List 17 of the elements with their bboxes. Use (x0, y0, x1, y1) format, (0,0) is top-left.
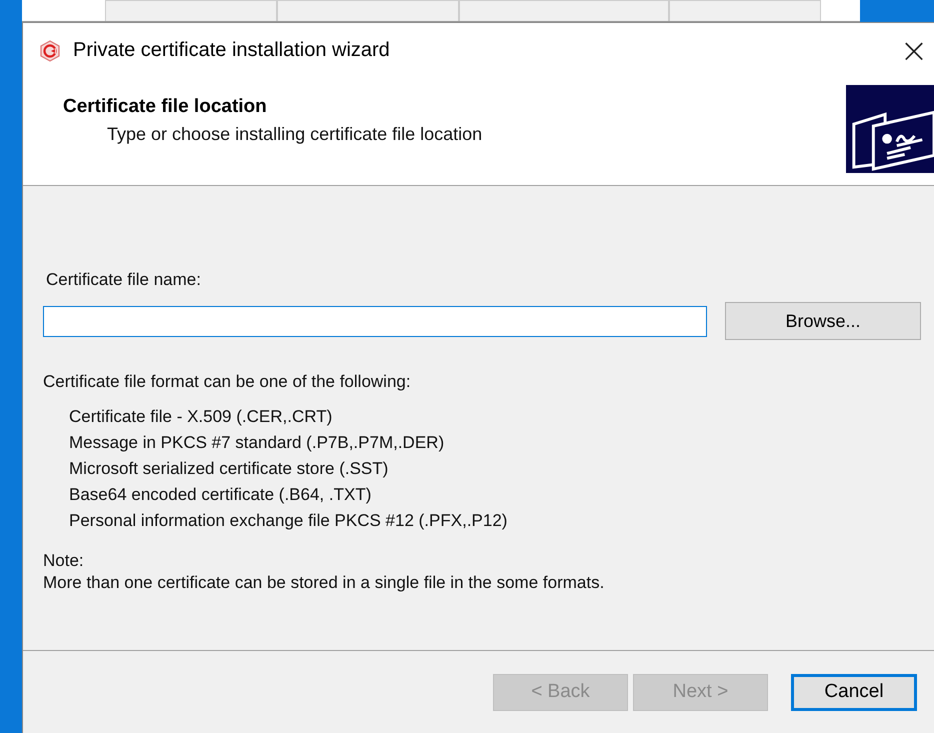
page-subtitle: Type or choose installing certificate file location (106, 123, 482, 145)
close-button[interactable]: × (894, 30, 934, 70)
format-item: Message in PKCS #7 standard (.P7B,.P7M,.DER) (69, 432, 446, 454)
formats-intro-text: Certificate file format can be one of the following: (43, 372, 412, 392)
browse-button[interactable]: Browse... (725, 302, 921, 340)
file-name-label: Certificate file name: (46, 270, 202, 290)
file-name-field[interactable] (43, 306, 707, 336)
format-item: Base64 encoded certificate (.B64, .TXT) (69, 484, 372, 506)
note-text: More than one certificate can be stored in a single file in the some formats. (43, 572, 606, 594)
note-label: Note: (43, 550, 85, 572)
format-item: Certificate file - X.509 (.CER,.CRT) (69, 406, 334, 428)
certificate-app-icon (39, 40, 61, 62)
format-item: Personal information exchange file PKCS #12 (.PFX,.P12) (69, 510, 508, 532)
wizard-nav-button[interactable]: Cancel (791, 674, 917, 710)
page-title: Certificate file location (63, 96, 268, 118)
window-title: Private certificate installation wizard (73, 39, 390, 62)
format-item: Microsoft serialized certificate store (.SST) (69, 458, 390, 480)
